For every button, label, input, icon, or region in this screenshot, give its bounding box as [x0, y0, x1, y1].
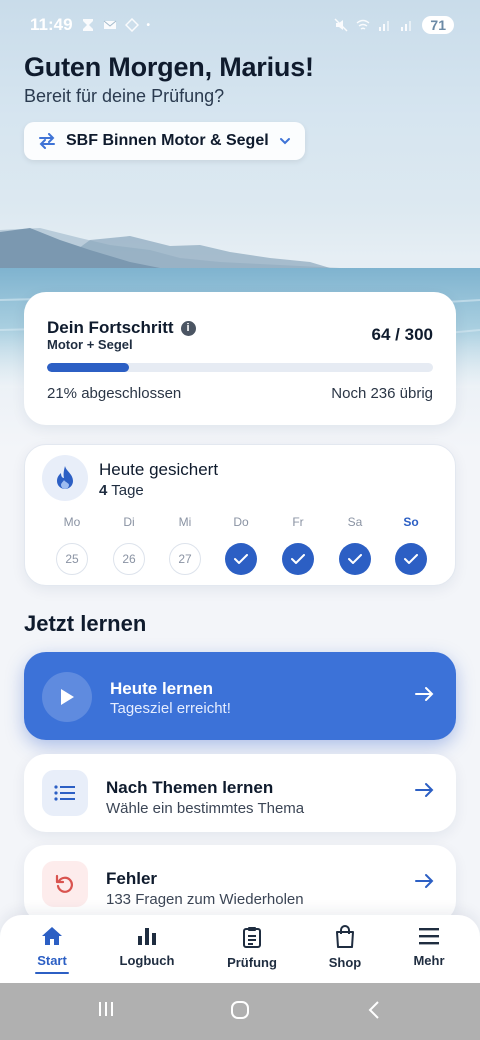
clipboard-icon	[243, 927, 261, 948]
status-time: 11:49	[30, 15, 73, 34]
streak-days-unit: Tage	[111, 482, 144, 499]
day-so: So	[394, 515, 428, 575]
day-label: So	[403, 515, 419, 529]
info-icon[interactable]: i	[180, 320, 196, 336]
signal-icon-2	[401, 21, 412, 31]
bottom-navigation: Start Logbuch Prüfung Shop Mehr	[0, 915, 480, 983]
play-badge	[42, 672, 92, 722]
week-days-row: Mo 25 Di 26 Mi 27 Do Fr Sa So	[25, 515, 457, 577]
day-check-icon	[339, 543, 371, 575]
swap-icon	[39, 133, 55, 149]
battery-indicator: 71	[422, 16, 454, 34]
home-button-icon[interactable]	[229, 999, 251, 1021]
arrow-right-icon	[415, 687, 434, 701]
nav-start[interactable]: Start	[12, 925, 92, 974]
day-label: Do	[233, 515, 249, 529]
day-date: 27	[169, 543, 201, 575]
mute-icon	[334, 18, 348, 32]
learn-today-title: Heute lernen	[110, 679, 213, 698]
nav-logbuch[interactable]: Logbuch	[107, 925, 187, 968]
flame-badge	[42, 455, 88, 501]
active-tab-indicator	[35, 972, 69, 974]
learn-by-topic-button[interactable]: Nach Themen lernen Wähle ein bestimmtes …	[24, 754, 456, 832]
list-badge	[42, 770, 88, 816]
mistakes-button[interactable]: Fehler 133 Fragen zum Wiederholen	[24, 845, 456, 923]
day-sa: Sa	[338, 515, 372, 575]
day-do: Do	[224, 515, 258, 575]
streak-title: Heute gesichert	[99, 460, 219, 479]
retry-badge	[42, 861, 88, 907]
progress-card[interactable]: Dein Fortschritt i Motor + Segel 64 / 30…	[24, 292, 456, 425]
shopping-bag-icon	[336, 925, 354, 948]
progress-title-row: Dein Fortschritt i	[47, 318, 196, 338]
menu-icon	[419, 928, 439, 945]
home-icon	[42, 927, 62, 945]
mistakes-subtitle: 133 Fragen zum Wiederholen	[106, 891, 304, 908]
day-di: Di 26	[112, 515, 146, 575]
nav-mehr[interactable]: Mehr	[389, 925, 469, 968]
course-selector-button[interactable]: SBF Binnen Motor & Segel	[24, 122, 305, 160]
status-bar: 11:49 • 71	[0, 0, 480, 50]
day-label: Sa	[347, 515, 363, 529]
day-date: 25	[56, 543, 88, 575]
progress-count: 64 / 300	[371, 325, 433, 344]
day-label: Mi	[178, 515, 192, 529]
learn-today-subtitle: Tagesziel erreicht!	[110, 700, 231, 717]
nav-shop-label: Shop	[328, 955, 362, 970]
dot-icon: •	[146, 19, 151, 31]
chevron-down-icon	[279, 138, 290, 145]
system-navigation-bar	[0, 983, 480, 1040]
day-fr: Fr	[281, 515, 315, 575]
mistakes-title: Fehler	[106, 869, 158, 888]
greeting-title: Guten Morgen, Marius!	[24, 52, 314, 82]
play-icon	[61, 689, 74, 705]
day-check-icon	[282, 543, 314, 575]
progress-remaining-text: Noch 236 übrig	[331, 385, 433, 402]
streak-days-number: 4	[99, 482, 108, 499]
day-label: Mo	[63, 515, 81, 529]
arrow-right-icon	[415, 874, 434, 888]
day-check-icon	[395, 543, 427, 575]
day-check-icon	[225, 543, 257, 575]
progress-subtitle: Motor + Segel	[47, 337, 133, 352]
progress-completed-text: 21% abgeschlossen	[47, 385, 182, 402]
back-icon[interactable]	[366, 999, 382, 1021]
day-label: Fr	[292, 515, 304, 529]
progress-bar	[47, 363, 433, 372]
progress-title: Dein Fortschritt	[47, 318, 174, 337]
nav-pruefung[interactable]: Prüfung	[212, 925, 292, 970]
flame-icon	[57, 466, 73, 489]
bar-chart-icon	[138, 928, 156, 945]
wifi-icon	[356, 19, 370, 30]
list-icon	[54, 785, 75, 801]
greeting-subtitle: Bereit für deine Prüfung?	[24, 86, 225, 106]
streak-days: 4 Tage	[99, 482, 144, 499]
day-mi: Mi 27	[168, 515, 202, 575]
learn-today-button[interactable]: Heute lernen Tagesziel erreicht!	[24, 652, 456, 740]
mail-icon	[103, 20, 116, 29]
course-selector-label: SBF Binnen Motor & Segel	[66, 132, 269, 149]
nav-start-label: Start	[37, 953, 67, 968]
day-label: Di	[123, 515, 135, 529]
recent-apps-icon[interactable]	[96, 999, 116, 1019]
nav-shop[interactable]: Shop	[305, 925, 385, 970]
progress-bar-fill	[47, 363, 130, 372]
learn-by-topic-subtitle: Wähle ein bestimmtes Thema	[106, 800, 305, 817]
nav-pruefung-label: Prüfung	[227, 955, 277, 970]
hourglass-icon	[82, 19, 93, 31]
day-mo: Mo 25	[55, 515, 89, 575]
retry-icon	[55, 874, 73, 893]
signal-icon	[379, 21, 390, 31]
streak-card: Heute gesichert 4 Tage Mo 25 Di 26 Mi 27 Do Fr S…	[24, 444, 456, 586]
nav-logbuch-label: Logbuch	[119, 953, 175, 968]
learn-by-topic-title: Nach Themen lernen	[106, 778, 274, 797]
learn-section-title: Jetzt lernen	[24, 611, 147, 636]
nav-mehr-label: Mehr	[413, 953, 445, 968]
navigation-icon	[124, 18, 139, 32]
day-date: 26	[113, 543, 145, 575]
arrow-right-icon	[415, 783, 434, 797]
